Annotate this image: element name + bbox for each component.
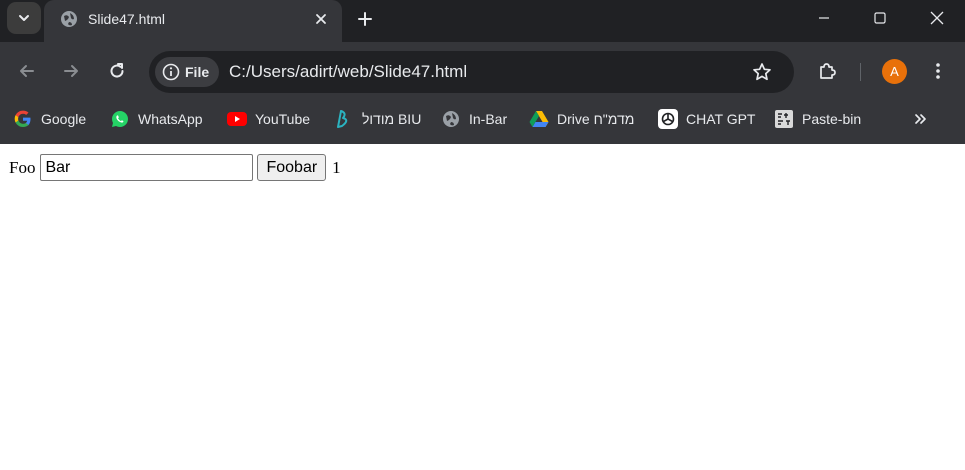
double-chevron-right-icon (915, 114, 926, 124)
bookmark-pastebin[interactable]: Paste-bin (774, 108, 861, 130)
bookmark-label: CHAT GPT (686, 111, 756, 127)
puzzle-icon (820, 63, 836, 79)
page-content: Foo Foobar 1 (0, 144, 965, 470)
foobar-button[interactable]: Foobar (257, 154, 327, 181)
google-drive-icon (529, 109, 549, 129)
bookmark-star-button[interactable] (751, 61, 773, 83)
tab-title: Slide47.html (88, 11, 166, 27)
bookmark-label: YouTube (255, 111, 311, 127)
globe-icon (61, 11, 77, 27)
maximize-button[interactable] (852, 0, 908, 36)
browser-toolbar: File C:/Users/adirt/web/Slide47.html A (0, 42, 965, 100)
address-bar[interactable]: File C:/Users/adirt/web/Slide47.html (149, 51, 794, 93)
extensions-button[interactable] (814, 58, 840, 84)
google-icon (13, 109, 33, 129)
plus-icon (358, 12, 372, 26)
pastebin-icon (774, 109, 794, 129)
count-text: 1 (332, 157, 341, 177)
window-close-button[interactable] (909, 0, 965, 36)
forward-button[interactable] (58, 58, 84, 84)
site-chip-label: File (185, 64, 210, 80)
bookmark-drive[interactable]: Drive מדמ"ח (529, 108, 634, 130)
toolbar-separator (860, 63, 861, 81)
browser-menu-button[interactable] (927, 58, 949, 84)
minimize-icon (819, 17, 829, 19)
kebab-menu-icon (936, 63, 940, 79)
bookmark-label: מודול BIU (362, 111, 422, 127)
bookmark-youtube[interactable]: YouTube (227, 108, 310, 130)
tab-strip: Slide47.html (0, 0, 965, 42)
bookmarks-overflow-button[interactable] (910, 108, 932, 130)
biu-icon (334, 109, 354, 129)
foo-input[interactable] (40, 154, 254, 181)
url-text[interactable]: C:/Users/adirt/web/Slide47.html (229, 62, 467, 82)
bookmark-label: Google (41, 111, 87, 127)
bookmark-label: Drive מדמ"ח (557, 111, 635, 127)
foo-label: Foo (9, 157, 36, 177)
tab-close-button[interactable] (310, 8, 332, 30)
site-info-chip[interactable]: File (155, 57, 219, 87)
bookmark-chatgpt[interactable]: CHAT GPT (658, 108, 756, 130)
bookmark-in-bar[interactable]: In-Bar (441, 108, 507, 130)
arrow-right-icon (64, 65, 78, 77)
bookmark-label: In-Bar (469, 111, 508, 127)
reload-button[interactable] (104, 58, 130, 84)
youtube-icon (227, 109, 247, 129)
maximize-icon (874, 12, 886, 24)
star-icon (753, 63, 771, 81)
tab-search-button[interactable] (7, 2, 41, 34)
reload-icon (110, 63, 124, 78)
bookmark-label: WhatsApp (138, 111, 203, 127)
form-row: Foo Foobar 1 (9, 154, 341, 181)
minimize-button[interactable] (796, 0, 852, 36)
arrow-left-icon (20, 65, 34, 77)
bookmark-label: Paste-bin (802, 111, 862, 127)
close-icon (316, 14, 326, 24)
bookmarks-bar: Google WhatsApp YouTube מודול BIU In-Bar… (0, 100, 965, 144)
bookmark-google[interactable]: Google (13, 108, 86, 130)
bookmark-biu[interactable]: מודול BIU (334, 108, 421, 130)
chevron-down-icon (19, 15, 29, 21)
bookmark-whatsapp[interactable]: WhatsApp (110, 108, 203, 130)
chatgpt-icon (658, 109, 678, 129)
tab-slide47[interactable]: Slide47.html (44, 0, 342, 42)
whatsapp-icon (110, 109, 130, 129)
info-icon (162, 63, 180, 81)
back-button[interactable] (14, 58, 40, 84)
close-icon (930, 11, 944, 25)
profile-avatar[interactable]: A (882, 59, 907, 84)
new-tab-button[interactable] (352, 6, 378, 32)
globe-icon (441, 109, 461, 129)
